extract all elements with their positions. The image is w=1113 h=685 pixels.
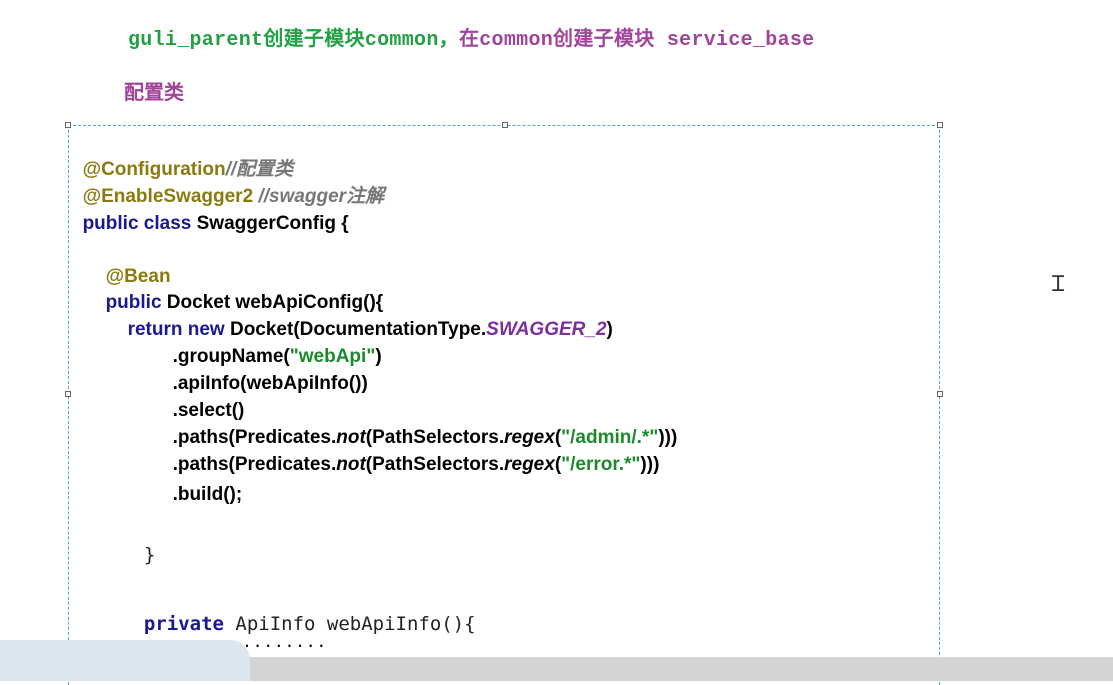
return-close: ) xyxy=(606,319,613,340)
paths1-close: ))) xyxy=(658,427,678,448)
resize-handle-mr[interactable] xyxy=(937,391,943,397)
build-call: .build(); xyxy=(172,484,243,505)
code-line-class: public class SwaggerConfig { xyxy=(72,185,349,237)
close-brace: } xyxy=(143,544,156,566)
code-line-build: .build(); xyxy=(162,456,243,508)
heading-part-2: 在common创建子模块 service_base xyxy=(458,29,815,52)
keyword-public-class: public class xyxy=(82,213,192,234)
heading-part-1: guli_parent创建子模块common， xyxy=(128,29,459,52)
paths2-mid: (PathSelectors. xyxy=(365,454,505,475)
document-heading: guli_parent创建子模块common，在common创建子模块 serv… xyxy=(128,22,814,52)
resize-handle-tm[interactable] xyxy=(502,122,508,128)
paths2-close: ))) xyxy=(640,454,660,475)
class-name: SwaggerConfig { xyxy=(191,213,349,234)
resize-handle-tr[interactable] xyxy=(937,122,943,128)
bottom-left-overlay xyxy=(0,640,250,681)
string-error: "/error.*" xyxy=(561,454,641,475)
resize-handle-tl[interactable] xyxy=(65,122,71,128)
constant-swagger2: SWAGGER_2 xyxy=(486,319,607,340)
subheading: 配置类 xyxy=(124,80,184,104)
paths2-regex: regex xyxy=(504,454,555,475)
text-cursor-icon: Ɪ xyxy=(1052,272,1065,297)
paths2-not: not xyxy=(336,454,366,475)
code-line-close-brace: } xyxy=(121,522,155,566)
code-line-private: private ApiInfo webApiInfo(){ xyxy=(121,591,476,635)
resize-handle-ml[interactable] xyxy=(65,391,71,397)
groupname-close: ) xyxy=(375,346,382,367)
